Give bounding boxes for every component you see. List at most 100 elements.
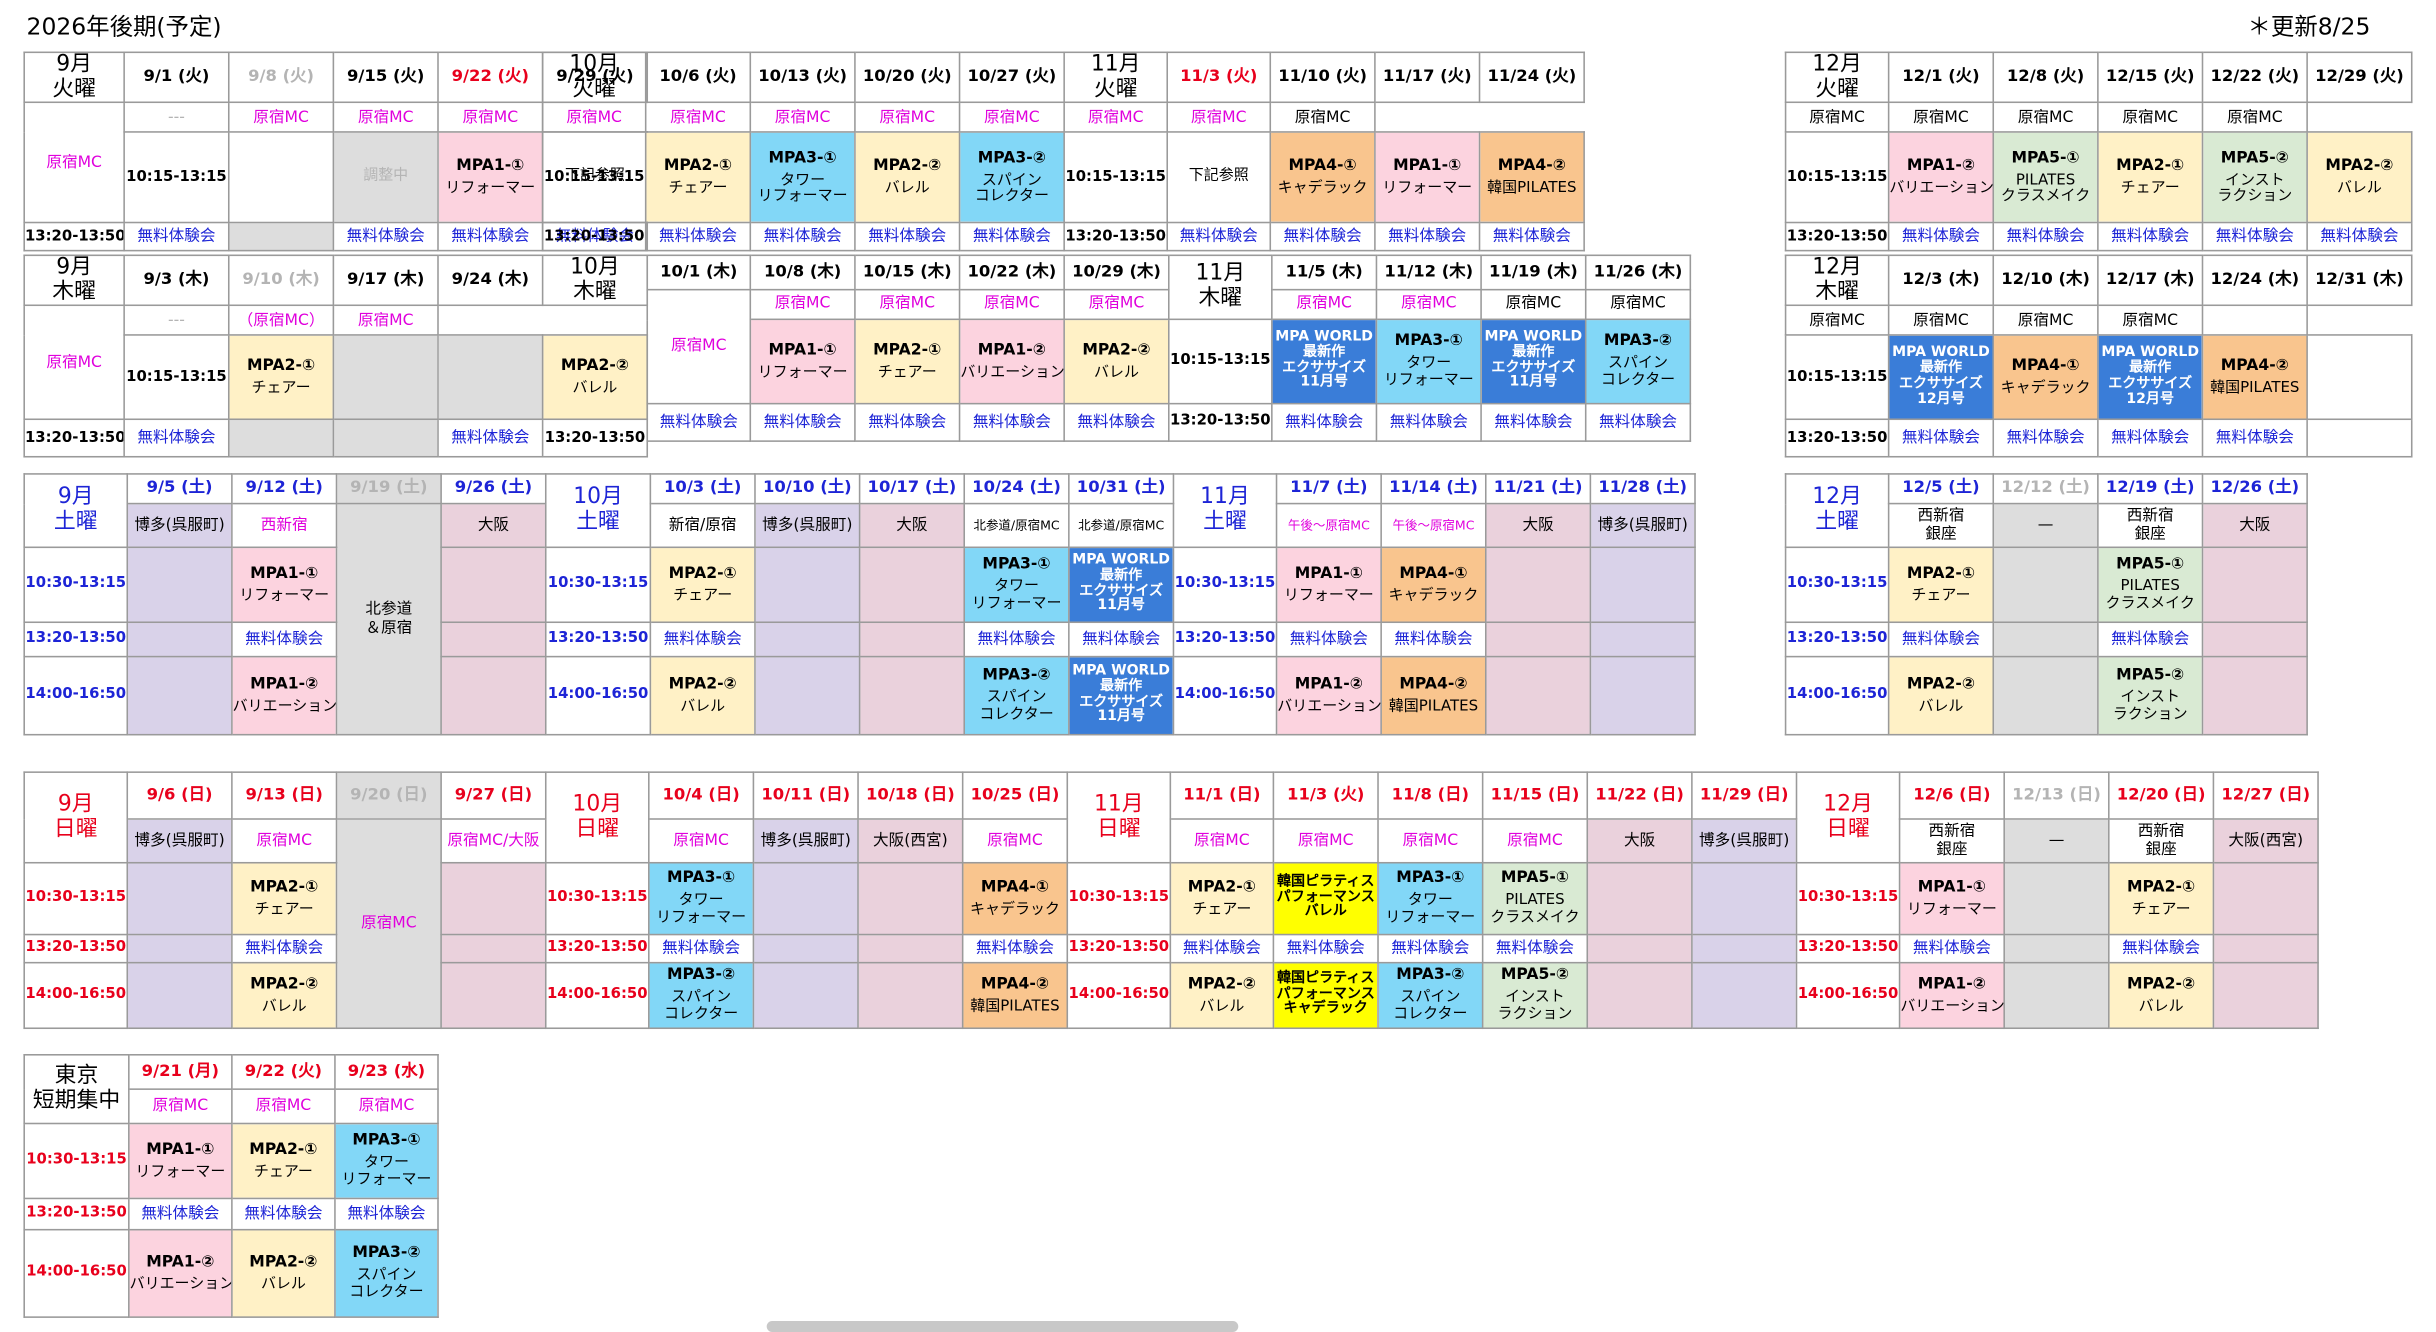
free-trial-cell-text: 無料体験会: [658, 228, 738, 246]
free-trial-cell-text: 無料体験会: [763, 413, 842, 431]
location-cell-text: 原宿MC: [358, 1097, 415, 1115]
location-cell: 原宿MC: [1269, 102, 1376, 134]
time-slot-label: 13:20-13:50: [23, 621, 129, 658]
free-trial-cell-text: 無料体験会: [1289, 630, 1368, 648]
month-weekday-label: 10月 木曜: [541, 254, 649, 307]
free-trial-cell-text: 無料体験会: [2111, 630, 2190, 648]
course-code: MPA3-②: [352, 1244, 421, 1262]
free-trial-cell-text: 無料体験会: [1391, 939, 1470, 958]
free-trial-cell-text: 無料体験会: [245, 939, 324, 958]
month-weekday-label-text: 12月 土曜: [1812, 484, 1862, 535]
course-code: MPA5-①: [1500, 870, 1570, 888]
course-subtitle: リフォーマー: [445, 179, 536, 197]
time-slot-label-text: 13:20-13:50: [1170, 412, 1271, 430]
date-header: 10/27 (火): [958, 51, 1065, 104]
date-header-text: 9/8 (火): [248, 66, 315, 86]
date-header-text: 9/12 (土): [245, 478, 323, 497]
session-cell: MPA2-② バレル: [854, 131, 961, 224]
session-cell: [2201, 546, 2308, 624]
course-subtitle: PILATES クラスメイク: [1490, 892, 1580, 927]
location-cell: 原宿MC: [231, 818, 338, 864]
session-cell: MPA3-① タワー リフォーマー: [334, 1122, 439, 1200]
free-trial-cell: 無料体験会: [648, 933, 755, 964]
horizontal-scrollbar[interactable]: [766, 1321, 1239, 1332]
session-cell: MPA1-② バリエーション: [231, 655, 338, 736]
location-cell: 原宿MC: [1887, 305, 1995, 337]
time-slot-label-text: 10:30-13:15: [25, 574, 127, 593]
session-cell: MPA1-① リフォーマー: [231, 546, 338, 624]
month-weekday-label-text: 11月 木曜: [1195, 261, 1246, 311]
location-cell: 原宿MC: [749, 102, 856, 134]
time-slot-label-text: 10:15-13:15: [126, 167, 227, 186]
free-trial-cell: 無料体験会: [1375, 402, 1482, 442]
location-cell: 原宿MC: [227, 102, 335, 134]
session-cell: [227, 131, 335, 224]
location-cell-text: 午後～原宿MC: [1392, 518, 1475, 533]
location-cell: ---: [123, 102, 230, 134]
time-slot-label: 13:20-13:50: [1066, 933, 1172, 964]
location-cell: 原宿MC: [958, 288, 1065, 321]
session-cell: MPA3-② スパイン コレクター: [1584, 318, 1692, 405]
location-cell-text: 原宿MC: [1610, 295, 1666, 313]
time-slot-label: 10:30-13:15: [23, 861, 129, 936]
date-header: 10/22 (木): [958, 254, 1065, 291]
special-session-label: MPA WORLD 最新作 エクササイズ 11月号: [1072, 552, 1170, 615]
date-header: 11/3 (火): [1166, 51, 1272, 104]
free-trial-cell-text: 無料体験会: [1901, 228, 1980, 246]
course-subtitle: タワー リフォーマー: [656, 892, 747, 927]
session-cell: MPA4-② 韓国PILATES: [2201, 334, 2308, 421]
free-trial-cell: 無料体験会: [1271, 402, 1378, 442]
course-code: MPA2-②: [249, 1253, 318, 1271]
date-header-text: 10/6 (火): [659, 66, 737, 86]
free-trial-cell: 無料体験会: [1269, 222, 1376, 252]
time-slot-label: 10:30-13:15: [544, 546, 652, 624]
special-session-label: MPA WORLD 最新作 エクササイズ 11月号: [1484, 329, 1583, 391]
time-slot-label-text: 14:00-16:50: [546, 985, 648, 1003]
free-trial-cell-text: 無料体験会: [662, 939, 741, 958]
session-cell: MPA2-② バレル: [649, 655, 756, 736]
session-cell: MPA4-② 韓国PILATES: [1478, 131, 1585, 224]
location-cell: 西新宿 銀座: [2108, 818, 2215, 864]
location-cell-text: 西新宿 銀座: [2126, 507, 2174, 543]
course-code: MPA3-①: [352, 1132, 421, 1150]
session-cell: [332, 419, 439, 459]
location-cell: 西新宿: [231, 502, 338, 549]
location-cell: —: [1992, 502, 2099, 549]
free-trial-cell: 無料体験会: [649, 621, 756, 658]
free-trial-cell: 無料体験会: [231, 1197, 336, 1231]
course-subtitle: チェアー: [1192, 900, 1252, 918]
location-cell: 原宿MC: [854, 288, 961, 321]
location-cell-text: —: [2037, 516, 2054, 534]
date-header-text: 12/17 (木): [2105, 269, 2195, 289]
free-trial-cell: 無料体験会: [2097, 419, 2204, 459]
time-slot-label: 13:20-13:50: [1784, 621, 1890, 658]
date-header-text: 11/28 (土): [1598, 478, 1688, 497]
session-cell: MPA WORLD 最新作 エクササイズ 11月号: [1068, 546, 1175, 624]
month-weekday-label-text: 9月 木曜: [52, 255, 97, 304]
time-slot-label: 13:20-13:50: [1172, 621, 1278, 658]
free-trial-cell: 無料体験会: [1374, 222, 1481, 252]
free-trial-cell-text: 無料体験会: [1283, 228, 1362, 246]
location-cell: 原宿MC: [23, 102, 125, 224]
month-weekday-label-text: 10月 日曜: [572, 791, 623, 841]
date-header-text: 11/21 (土): [1493, 478, 1583, 497]
location-cell: —: [2003, 818, 2110, 864]
session-cell: [2306, 334, 2413, 421]
free-trial-cell: 無料体験会: [963, 621, 1070, 658]
session-cell: MPA1-② バリエーション: [128, 1228, 233, 1318]
location-cell-text: 原宿MC: [566, 108, 622, 127]
session-cell: MPA1-① リフォーマー: [437, 131, 544, 224]
session-cell: 下記参照: [1166, 131, 1272, 224]
date-header: 9/17 (木): [332, 254, 439, 307]
schedule-table-thu-b: 10/1 (木) 10/8 (木) 10/15 (木) 10/22 (木) 10/29 …: [646, 254, 1692, 442]
special-session-label: 韓国ピラティス パフォーマンス バレル: [1276, 873, 1375, 921]
location-cell: 原宿MC: [648, 818, 755, 864]
free-trial-cell: 無料体験会: [2201, 222, 2308, 252]
session-cell: MPA WORLD 最新作 エクササイズ 11月号: [1480, 318, 1587, 405]
course-code: MPA5-①: [2011, 149, 2080, 167]
date-header-text: 10/15 (木): [862, 261, 952, 281]
course-subtitle: インスト ラクション: [2217, 171, 2293, 206]
time-slot-label-text: 13:20-13:50: [1786, 629, 1888, 647]
time-slot-label-text: 10:15-13:15: [1786, 367, 1888, 385]
session-cell: [440, 546, 547, 624]
